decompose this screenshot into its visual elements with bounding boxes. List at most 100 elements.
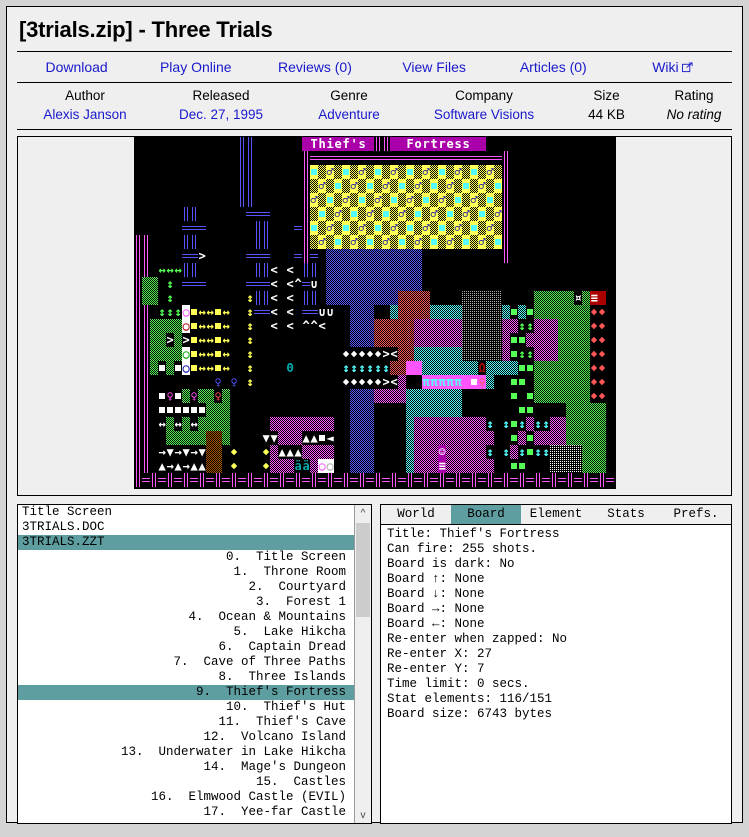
nav-link-view-files[interactable]: View Files bbox=[375, 59, 494, 75]
list-item-label: 4. Ocean & Mountains bbox=[188, 610, 346, 625]
meta-key-genre: Genre bbox=[289, 87, 409, 105]
list-item-label: Title Screen bbox=[22, 505, 113, 520]
tab-stats[interactable]: Stats bbox=[591, 505, 661, 524]
tab-label: Element bbox=[529, 507, 583, 522]
list-item-label: 7. Cave of Three Paths bbox=[173, 655, 346, 670]
nav-link-reviews-0[interactable]: Reviews (0) bbox=[255, 59, 374, 75]
meta-value-author[interactable]: Alexis Janson bbox=[17, 106, 153, 124]
file-browser-panel: Title Screen 3TRIALS.DOC 3TRIALS.ZZT 0. Tit… bbox=[17, 504, 372, 825]
tab-prefs[interactable]: Prefs. bbox=[661, 505, 731, 524]
board-list-item[interactable]: 5. Lake Hikcha bbox=[18, 625, 354, 640]
meta-key-company: Company bbox=[409, 87, 559, 105]
board-property-row: Re-enter when zapped: No bbox=[387, 632, 568, 647]
meta-value-company[interactable]: Software Visions bbox=[409, 106, 559, 124]
meta-value-size: 44 KB bbox=[559, 106, 654, 124]
file-list-item[interactable]: 3TRIALS.ZZT bbox=[18, 535, 354, 551]
tab-board[interactable]: Board bbox=[451, 505, 521, 525]
board-list-item[interactable]: 12. Volcano Island bbox=[18, 730, 354, 745]
board-list-item[interactable]: 0. Title Screen bbox=[18, 550, 354, 565]
list-item-label: 14. Mage's Dungeon bbox=[203, 760, 346, 775]
board-list-item[interactable]: 1. Throne Room bbox=[18, 565, 354, 580]
meta-value-released[interactable]: Dec. 27, 1995 bbox=[153, 106, 289, 124]
nav-link-articles-0[interactable]: Articles (0) bbox=[494, 59, 613, 75]
board-list-item[interactable]: 10. Thief's Hut bbox=[18, 700, 354, 715]
board-list-item[interactable]: 2. Courtyard bbox=[18, 580, 354, 595]
board-property-row: Time limit: 0 secs. bbox=[387, 677, 530, 692]
list-item-label: 6. Captain Dread bbox=[218, 640, 346, 655]
meta-value-label: Dec. 27, 1995 bbox=[178, 107, 264, 123]
list-item-label: 0. Title Screen bbox=[225, 550, 346, 565]
list-item-label: 2. Courtyard bbox=[248, 580, 346, 595]
board-list-item[interactable]: 3. Forest 1 bbox=[18, 595, 354, 610]
scroll-up-arrow-icon[interactable]: ^ bbox=[355, 505, 371, 521]
meta-value-genre[interactable]: Adventure bbox=[289, 106, 409, 124]
meta-value-label: No rating bbox=[666, 107, 722, 123]
board-property-row: Board ↑: None bbox=[387, 572, 485, 587]
board-property-row: Board size: 6743 bytes bbox=[387, 707, 553, 722]
meta-key-rating: Rating bbox=[654, 87, 734, 105]
file-list-scrollbar[interactable]: ^ v bbox=[354, 505, 371, 824]
file-list-viewport[interactable]: Title Screen 3TRIALS.DOC 3TRIALS.ZZT 0. Tit… bbox=[18, 505, 354, 824]
file-list-item[interactable]: 3TRIALS.DOC bbox=[18, 520, 354, 535]
board-list-item[interactable]: 16. Elmwood Castle (EVIL) bbox=[18, 790, 354, 805]
list-item-label: 12. Volcano Island bbox=[203, 730, 346, 745]
tab-label: Stats bbox=[607, 507, 645, 522]
board-property-row: Stat elements: 116/151 bbox=[387, 692, 553, 707]
file-list-item[interactable]: Title Screen bbox=[18, 505, 354, 520]
board-list-item[interactable]: 15. Castles bbox=[18, 775, 354, 790]
list-item-label: 3TRIALS.DOC bbox=[22, 520, 105, 535]
nav-link-label: Wiki bbox=[652, 59, 679, 75]
nav-link-label: Articles (0) bbox=[519, 59, 587, 75]
external-link-icon bbox=[681, 62, 693, 73]
scroll-down-arrow-icon[interactable]: v bbox=[355, 807, 371, 823]
nav-link-label: Download bbox=[45, 59, 108, 75]
board-property-row: Board ↓: None bbox=[387, 587, 485, 602]
board-property-row: Can fire: 255 shots. bbox=[387, 542, 538, 557]
board-property-row: Board is dark: No bbox=[387, 557, 515, 572]
board-list-item[interactable]: 11. Thief's Cave bbox=[18, 715, 354, 730]
meta-key-label: Company bbox=[455, 88, 513, 103]
meta-value-label: Alexis Janson bbox=[43, 107, 127, 123]
board-list-item[interactable]: 13. Underwater in Lake Hikcha bbox=[18, 745, 354, 760]
zzt-board-canvas bbox=[133, 137, 616, 490]
tab-label: Board bbox=[467, 507, 505, 522]
list-item-label: 16. Elmwood Castle (EVIL) bbox=[150, 790, 346, 805]
page-title: [3trials.zip] - Three Trials bbox=[19, 17, 273, 42]
board-list-item[interactable]: 17. Yee-far Castle bbox=[18, 805, 354, 820]
board-list-item[interactable]: 4. Ocean & Mountains bbox=[18, 610, 354, 625]
board-list-item[interactable]: 14. Mage's Dungeon bbox=[18, 760, 354, 775]
list-item-label: 3TRIALS.ZZT bbox=[22, 535, 105, 550]
meta-value-label: Software Visions bbox=[433, 107, 535, 123]
tab-label: World bbox=[397, 507, 435, 522]
board-list-item[interactable]: 8. Three Islands bbox=[18, 670, 354, 685]
meta-value-rating: No rating bbox=[654, 106, 734, 124]
nav-links: Download Play Online Reviews (0) View Files… bbox=[17, 52, 732, 82]
file-list[interactable]: Title Screen 3TRIALS.DOC 3TRIALS.ZZT 0. Tit… bbox=[18, 505, 354, 820]
meta-values-row: Alexis Janson Dec. 27, 1995 Adventure Softw… bbox=[17, 102, 732, 129]
board-list-item[interactable]: 9. Thief's Fortress bbox=[18, 685, 354, 701]
info-tabs[interactable]: World Board Element Stats Prefs. bbox=[381, 505, 731, 526]
list-item-label: 10. Thief's Hut bbox=[225, 700, 346, 715]
meta-key-author: Author bbox=[17, 87, 153, 105]
tab-world[interactable]: World bbox=[381, 505, 451, 524]
list-item-label: 15. Castles bbox=[255, 775, 346, 790]
list-item-label: 5. Lake Hikcha bbox=[233, 625, 346, 640]
scrollbar-thumb[interactable] bbox=[356, 523, 370, 618]
board-list-item[interactable]: 6. Captain Dread bbox=[18, 640, 354, 655]
zzt-archive-page: [3trials.zip] - Three Trials Download Pla… bbox=[6, 6, 743, 825]
list-item-label: 13. Underwater in Lake Hikcha bbox=[120, 745, 346, 760]
meta-key-label: Genre bbox=[330, 88, 368, 103]
meta-key-label: Released bbox=[192, 88, 250, 103]
meta-key-label: Rating bbox=[674, 88, 714, 103]
board-list-item[interactable]: 7. Cave of Three Paths bbox=[18, 655, 354, 670]
nav-link-wiki[interactable]: Wiki bbox=[613, 59, 732, 75]
list-item-label: 9. Thief's Fortress bbox=[195, 685, 346, 700]
nav-link-play-online[interactable]: Play Online bbox=[136, 59, 255, 75]
board-properties: Title: Thief's Fortress Can fire: 255 sho… bbox=[381, 525, 731, 724]
nav-link-label: View Files bbox=[402, 59, 466, 75]
nav-link-download[interactable]: Download bbox=[17, 59, 136, 75]
board-property-row: Re-enter X: 27 bbox=[387, 647, 493, 662]
tab-element[interactable]: Element bbox=[521, 505, 591, 524]
board-property-row: Board ←: None bbox=[387, 617, 485, 632]
nav-link-label: Play Online bbox=[159, 59, 232, 75]
